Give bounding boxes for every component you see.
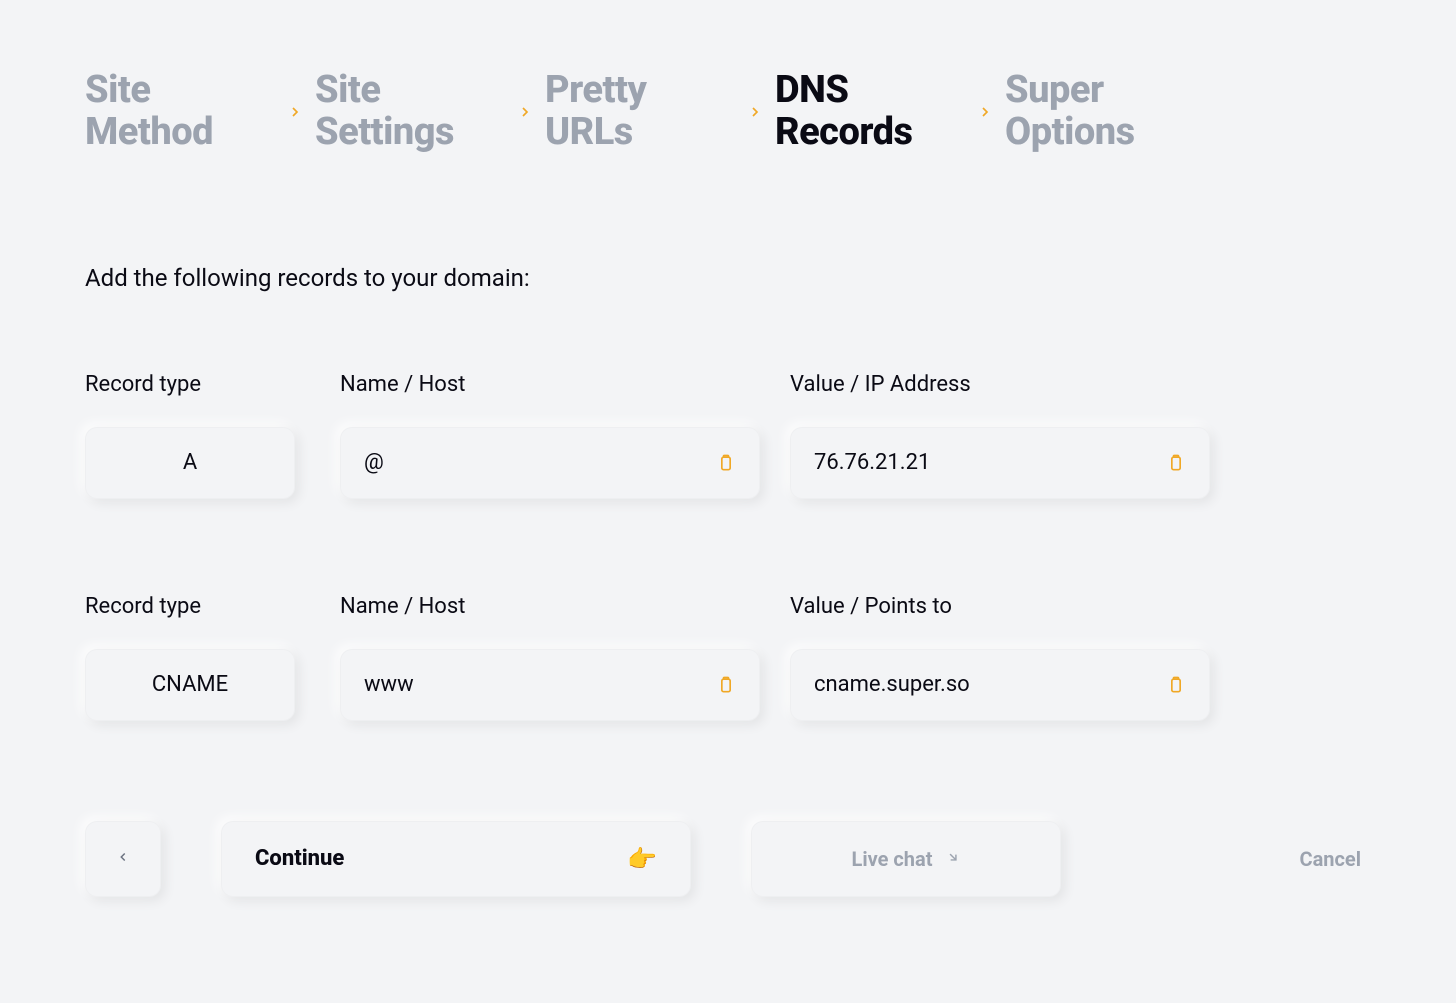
name-host-value: www xyxy=(364,672,704,697)
field-label: Value / IP Address xyxy=(790,372,1210,397)
field-label: Value / Points to xyxy=(790,594,1210,619)
record-row: Record type A Name / Host @ Value / IP A… xyxy=(85,372,1371,499)
value-box[interactable]: cname.super.so xyxy=(790,649,1210,721)
field-value-points: Value / Points to cname.super.so xyxy=(790,594,1210,721)
value-ip-value: 76.76.21.21 xyxy=(814,450,1154,475)
instruction-text: Add the following records to your domain… xyxy=(85,264,1371,292)
breadcrumb-step-dns-records[interactable]: DNS Records xyxy=(775,70,965,154)
field-label: Name / Host xyxy=(340,594,760,619)
field-name-host: Name / Host @ xyxy=(340,372,760,499)
arrow-down-right-icon xyxy=(946,850,960,868)
footer-actions: Continue 👉 Live chat Cancel xyxy=(85,821,1371,897)
clipboard-icon[interactable] xyxy=(1166,452,1186,474)
breadcrumb-step-site-settings[interactable]: Site Settings xyxy=(315,70,505,154)
value-points-value: cname.super.so xyxy=(814,672,1154,697)
name-host-value: @ xyxy=(364,450,704,475)
chevron-right-icon xyxy=(517,104,533,120)
field-value-ip: Value / IP Address 76.76.21.21 xyxy=(790,372,1210,499)
field-record-type: Record type CNAME xyxy=(85,594,310,721)
field-record-type: Record type A xyxy=(85,372,310,499)
records-list: Record type A Name / Host @ Value / IP A… xyxy=(85,372,1371,721)
field-label: Record type xyxy=(85,594,310,619)
clipboard-icon[interactable] xyxy=(716,452,736,474)
breadcrumb-step-pretty-urls[interactable]: Pretty URLs xyxy=(545,70,735,154)
record-row: Record type CNAME Name / Host www Value … xyxy=(85,594,1371,721)
record-type-box: A xyxy=(85,427,295,499)
field-label: Name / Host xyxy=(340,372,760,397)
value-box[interactable]: 76.76.21.21 xyxy=(790,427,1210,499)
continue-label: Continue xyxy=(255,846,344,871)
record-type-box: CNAME xyxy=(85,649,295,721)
field-label: Record type xyxy=(85,372,310,397)
record-type-value: A xyxy=(109,450,271,475)
chevron-right-icon xyxy=(977,104,993,120)
breadcrumb: Site Method Site Settings Pretty URLs DN… xyxy=(85,70,1371,154)
cancel-button[interactable]: Cancel xyxy=(1299,847,1361,871)
live-chat-button[interactable]: Live chat xyxy=(751,821,1061,897)
pointing-right-icon: 👉 xyxy=(627,845,657,873)
breadcrumb-step-site-method[interactable]: Site Method xyxy=(85,70,275,154)
record-type-value: CNAME xyxy=(109,672,271,697)
live-chat-label: Live chat xyxy=(852,847,933,871)
continue-button[interactable]: Continue 👉 xyxy=(221,821,691,897)
field-name-host: Name / Host www xyxy=(340,594,760,721)
clipboard-icon[interactable] xyxy=(716,674,736,696)
name-host-box[interactable]: www xyxy=(340,649,760,721)
chevron-right-icon xyxy=(287,104,303,120)
clipboard-icon[interactable] xyxy=(1166,674,1186,696)
back-button[interactable] xyxy=(85,821,161,897)
name-host-box[interactable]: @ xyxy=(340,427,760,499)
chevron-left-icon xyxy=(116,850,130,868)
breadcrumb-step-super-options[interactable]: Super Options xyxy=(1005,70,1195,154)
chevron-right-icon xyxy=(747,104,763,120)
